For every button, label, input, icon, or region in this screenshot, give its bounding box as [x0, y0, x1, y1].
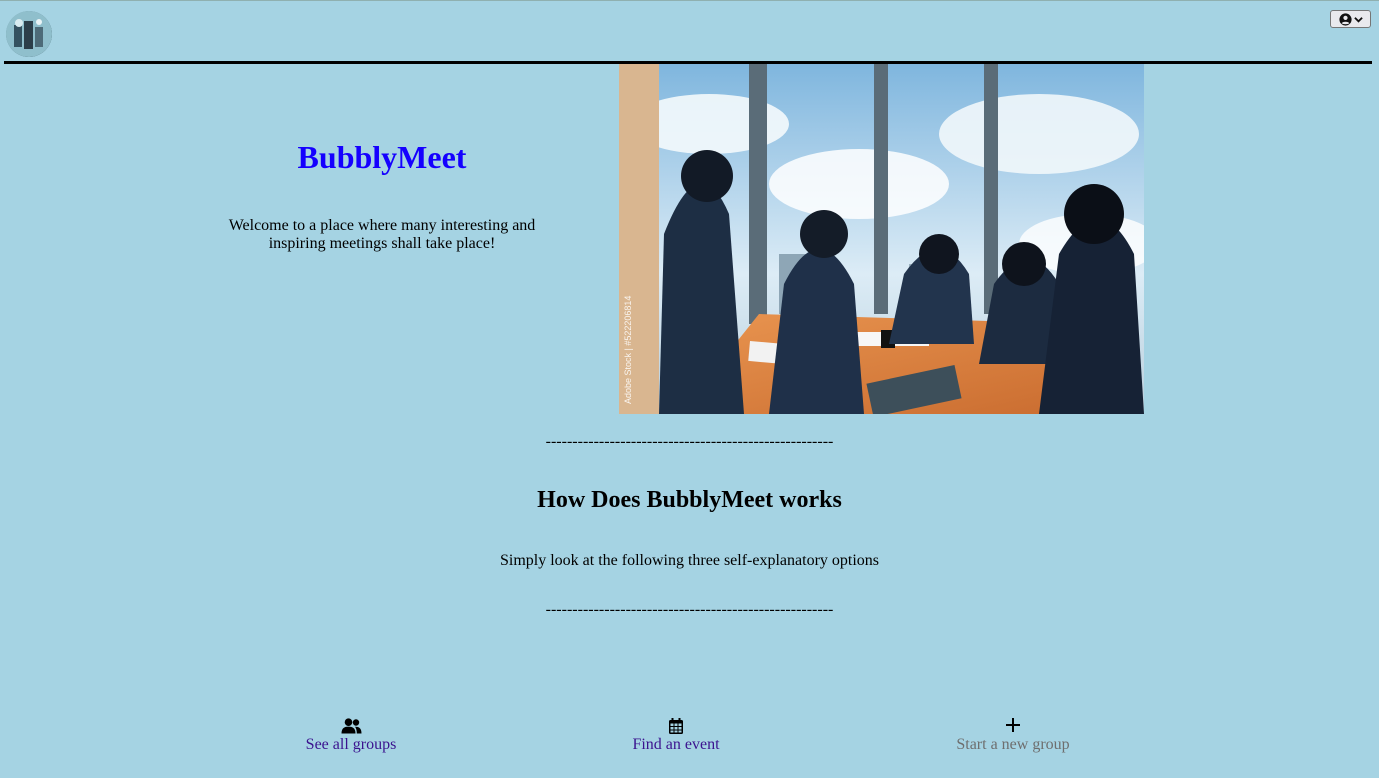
image-watermark: Adobe Stock | #522206814	[623, 296, 633, 404]
logo-image	[6, 11, 52, 57]
logo[interactable]	[6, 11, 52, 57]
start-new-group-link[interactable]: Start a new group	[946, 718, 1080, 754]
find-an-event-link[interactable]: Find an event	[616, 718, 736, 754]
user-circle-icon	[1338, 12, 1352, 26]
separator-top: ----------------------------------------…	[545, 433, 834, 450]
hero-text-block: BubblyMeet Welcome to a place where many…	[222, 139, 542, 253]
users-icon	[291, 718, 411, 736]
top-navigation-bar	[0, 0, 1379, 62]
find-an-event-label: Find an event	[632, 736, 720, 753]
profile-menu-button[interactable]	[1330, 10, 1371, 28]
brand-title: BubblyMeet	[297, 139, 467, 175]
separator-bottom: ----------------------------------------…	[545, 601, 834, 618]
welcome-text: Welcome to a place where many interestin…	[228, 217, 536, 253]
chevron-down-icon	[1353, 16, 1363, 23]
plus-icon	[946, 718, 1080, 736]
see-all-groups-link[interactable]: See all groups	[291, 718, 411, 754]
start-new-group-label: Start a new group	[956, 736, 1070, 753]
hero-meeting-image: Adobe Stock | #522206814	[619, 64, 1144, 414]
how-it-works-title: How Does BubblyMeet works	[537, 487, 842, 513]
calendar-icon	[616, 718, 736, 736]
see-all-groups-label: See all groups	[305, 736, 397, 753]
how-it-works-subtitle: Simply look at the following three self-…	[499, 552, 880, 569]
